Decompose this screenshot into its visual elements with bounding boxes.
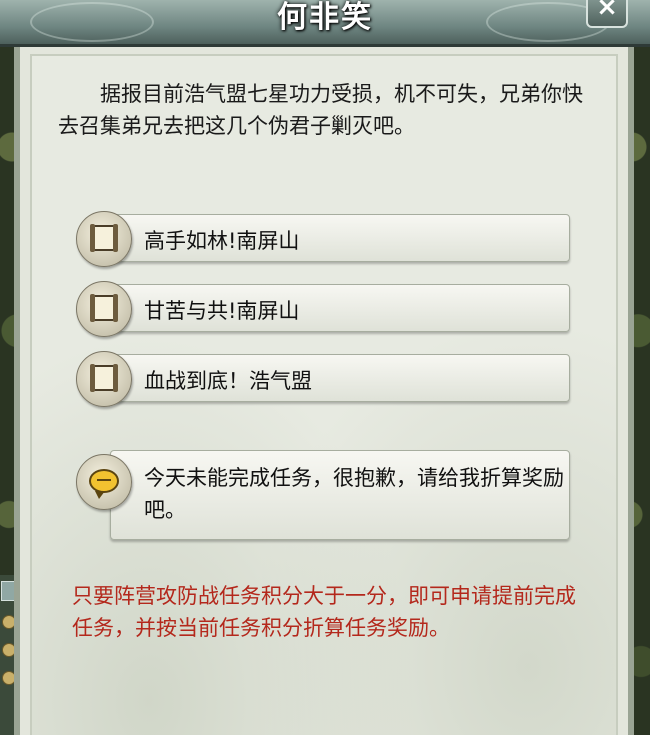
option-label: 血战到底！浩气盟 bbox=[144, 369, 312, 393]
option-label: 甘苦与共!南屏山 bbox=[144, 299, 300, 323]
speech-bubble-icon bbox=[89, 469, 119, 499]
scroll-icon bbox=[90, 294, 118, 322]
complete-task-option[interactable]: 今天未能完成任务，很抱歉，请给我折算奖励吧。 bbox=[76, 450, 570, 540]
option-badge bbox=[76, 454, 132, 510]
option-badge bbox=[76, 351, 132, 407]
close-button[interactable]: × bbox=[586, 0, 628, 28]
scroll-icon bbox=[90, 364, 118, 392]
scroll-icon bbox=[90, 224, 118, 252]
quest-intro-text: 据报目前浩气盟七星功力受损，机不可失，兄弟你快去召集弟兄去把这几个伪君子剿灭吧。 bbox=[58, 82, 583, 138]
option-badge bbox=[76, 281, 132, 337]
quest-option-1[interactable]: 高手如林!南屏山 bbox=[76, 211, 570, 267]
notice-text: 只要阵营攻防战任务积分大于一分，即可申请提前完成任务，并按当前任务积分折算任务奖… bbox=[72, 584, 576, 640]
dialog-title-bar: 何非笑 × bbox=[0, 0, 650, 47]
option-label: 高手如林!南屏山 bbox=[144, 229, 300, 253]
option-badge bbox=[76, 211, 132, 267]
quest-option-3[interactable]: 血战到底！浩气盟 bbox=[76, 351, 570, 407]
quest-option-2[interactable]: 甘苦与共!南屏山 bbox=[76, 281, 570, 337]
dialog-title: 何非笑 bbox=[277, 0, 373, 35]
option-label: 今天未能完成任务，很抱歉，请给我折算奖励吧。 bbox=[144, 466, 564, 522]
